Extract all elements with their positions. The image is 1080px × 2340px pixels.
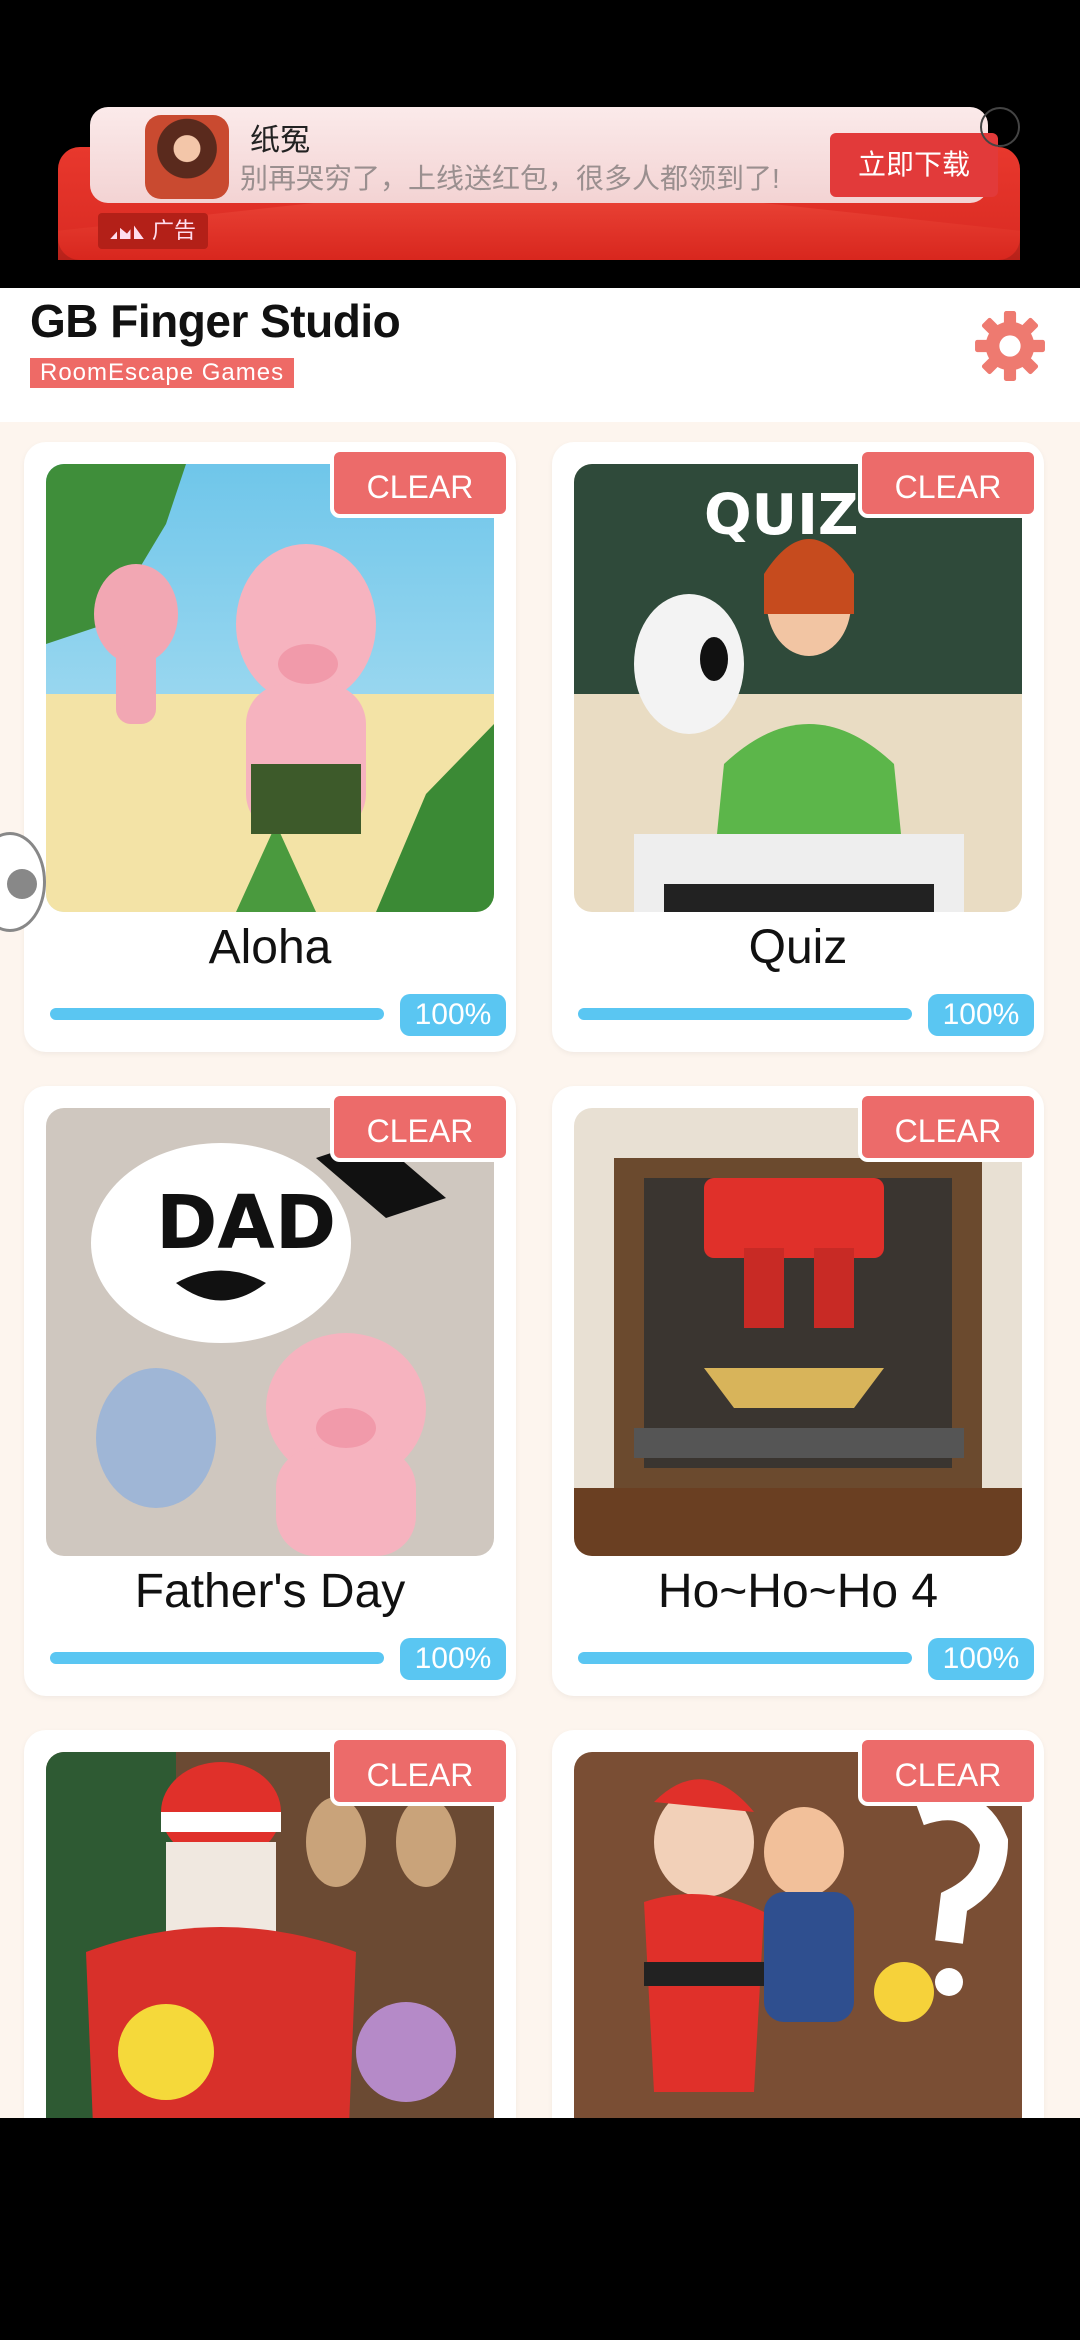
game-title: Aloha: [208, 921, 332, 974]
ad-download-button[interactable]: 立即下载: [830, 133, 998, 197]
clear-badge: CLEAR: [330, 448, 510, 518]
game-title: Ho~Ho~Ho 4: [657, 1565, 939, 1618]
clear-badge: CLEAR: [858, 448, 1038, 518]
clear-badge: CLEAR: [330, 1092, 510, 1162]
progress-bar: [50, 1008, 384, 1020]
game-card-santa-police[interactable]: CLEAR: [552, 1730, 1044, 2118]
clear-badge: CLEAR: [858, 1092, 1038, 1162]
game-thumbnail: [574, 1108, 1022, 1556]
ad-app-icon: [145, 115, 229, 199]
dad-bubble-text: DAD: [156, 1180, 336, 1266]
clear-badge: CLEAR: [330, 1736, 510, 1806]
ad-close-icon[interactable]: [980, 107, 1020, 147]
game-card-santa-elves[interactable]: CLEAR: [24, 1730, 516, 2118]
page-title: GB Finger Studio: [30, 295, 401, 347]
progress-percent: 100%: [928, 1638, 1034, 1680]
game-thumbnail: [46, 464, 494, 912]
progress-percent: 100%: [400, 1638, 506, 1680]
clear-badge: CLEAR: [858, 1736, 1038, 1806]
gear-icon[interactable]: [972, 308, 1048, 384]
game-grid: CLEAR Aloha 100% QUIZ CLEAR Quiz 100% DA…: [0, 422, 1080, 2118]
progress-bar: [578, 1652, 912, 1664]
game-card-quiz[interactable]: QUIZ CLEAR Quiz 100%: [552, 442, 1044, 1052]
game-title: Quiz: [748, 921, 848, 974]
ad-banner[interactable]: 纸冤 别再哭穷了，上线送红包，很多人都领到了! 立即下载 广告: [58, 105, 1020, 260]
ad-app-name: 纸冤: [250, 124, 310, 157]
progress-percent: 100%: [400, 994, 506, 1036]
page-subtitle: RoomEscape Games: [30, 358, 295, 388]
navigation-bar: [0, 2118, 1080, 2340]
ad-label: 广告: [98, 213, 209, 249]
ad-label-text: 广告: [152, 218, 197, 243]
game-card-hohoho-4[interactable]: CLEAR Ho~Ho~Ho 4 100%: [552, 1086, 1044, 1696]
ad-card[interactable]: 纸冤 别再哭穷了，上线送红包，很多人都领到了! 立即下载: [90, 107, 998, 203]
game-title: Father's Day: [134, 1565, 406, 1618]
ad-description: 别再哭穷了，上线送红包，很多人都领到了!: [240, 163, 780, 194]
ad-network-icon: [110, 225, 144, 240]
game-card-fathers-day[interactable]: DAD CLEAR Father's Day 100%: [24, 1086, 516, 1696]
chalkboard-text: QUIZ: [704, 483, 859, 548]
handle-icon: [7, 869, 37, 899]
progress-bar: [578, 1008, 912, 1020]
progress-percent: 100%: [928, 994, 1034, 1036]
app-header: GB Finger Studio RoomEscape Games: [0, 288, 1080, 422]
progress-bar: [50, 1652, 384, 1664]
game-thumbnail: DAD: [46, 1108, 494, 1556]
game-thumbnail: QUIZ: [574, 464, 1022, 912]
game-card-aloha[interactable]: CLEAR Aloha 100%: [24, 442, 516, 1052]
